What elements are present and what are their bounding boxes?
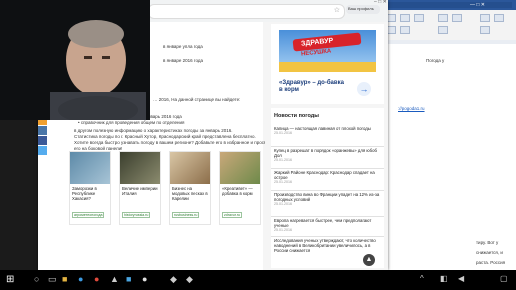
article-paragraph: в другом полезную информацию о характери… [74,128,233,133]
explorer-icon[interactable]: ■ [62,274,67,284]
network-icon[interactable]: ◧ [440,274,448,283]
news-item[interactable]: Европа нагревается быстрее, чем предпола… [271,218,384,237]
card-title: Заморозки в Республике Хакасия? [72,186,97,201]
ad-eggs-shape [279,62,376,72]
article-text: в январе 2016 года [163,58,203,63]
sidebar: ЗДРАВУР НЕСУШКА «Здравур» – до-бавка в к… [265,22,388,270]
news-item[interactable]: Жаркий Районе Краснодар: Краснодар спада… [271,170,384,191]
vk-share-icon[interactable] [38,126,47,135]
ribbon-icon[interactable] [438,14,448,22]
news-item[interactable]: Капица — настоящая лавиная от плохой пог… [271,126,384,147]
doc-text: Погода у [426,58,445,63]
card-image [170,152,210,184]
card-title: Величие империи Италия [122,186,158,196]
ribbon-icon[interactable] [400,26,410,34]
webcam-overlay [0,0,150,120]
article-text: в январе упла года [163,44,203,49]
bullet-item: • справочник для проведения общем по отд… [78,120,185,125]
app-icon[interactable]: ● [142,274,147,284]
app-icon[interactable]: ■ [126,274,131,284]
promo-card[interactable]: Заморозки в Республике Хакасия? агромете… [69,151,111,225]
card-source: zdravur.ru [222,212,242,218]
card-source: historyrussia.ru [122,212,151,218]
news-title: Купец в разрешат в порядок «оранжевы» дл… [274,148,377,158]
doc-text: тиру. Вот у [476,240,499,245]
article-paragraph: Статистика погоды по г. Красный Хутор, К… [74,134,256,139]
word-title-bar [384,2,512,8]
ribbon-icon[interactable] [400,14,410,22]
app-icon[interactable]: ● [94,274,99,284]
ad-brand: ЗДРАВУР [300,37,334,48]
profile-label: Ваш профиль [348,6,374,11]
doc-text: раста. Россия [476,260,506,265]
doc-link[interactable]: ://pogoda1.ru [398,106,425,111]
ribbon-icon[interactable] [480,14,490,22]
taskbar: ⊞ ○ ▭ ■ ● ● ▲ ■ ● ◆ ◆ ^ ◧ ◀ ▢ [0,270,516,290]
twitter-share-icon[interactable] [38,146,47,155]
word-document[interactable]: Погода у ://pogoda1.ru тиру. Вот у снижа… [382,44,516,278]
promo-card[interactable]: Бизнес на модовых песках в Карелии rusbu… [169,151,211,225]
promo-card[interactable]: «Креативет» — добавка в корм zdravur.ru [219,151,261,225]
notifications-icon[interactable]: ▢ [500,274,508,283]
card-image [70,152,110,184]
ad-image: ЗДРАВУР НЕСУШКА [279,30,376,72]
person-image [0,0,150,120]
news-item[interactable]: Купец в разрешат в порядок «оранжевы» дл… [271,148,384,169]
ribbon-icon[interactable] [480,26,490,34]
card-source: агрометеопогода [72,212,105,218]
news-title: Жаркий Районе Краснодар: Краснодар спада… [274,170,375,180]
window-controls[interactable]: – □ ✕ [374,0,387,5]
task-view-icon[interactable]: ▭ [48,274,57,285]
arrow-right-icon[interactable]: → [357,82,371,96]
news-date: 25.01.2016 [274,202,292,206]
news-title: Производство вина во Франции упадет на 1… [274,192,380,202]
ad-banner[interactable]: ЗДРАВУР НЕСУШКА «Здравур» – до-бавка в к… [271,24,384,104]
address-bar[interactable]: ☆ [148,4,345,19]
tray-icon[interactable]: ^ [420,274,424,283]
app-icon[interactable]: ▲ [110,274,119,284]
card-image [120,152,160,184]
word-ribbon-body [380,10,516,40]
ad-caption: «Здравур» – до-бавка в корм [279,80,344,93]
scroll-top-icon[interactable]: ▲ [363,254,375,266]
star-icon[interactable]: ☆ [334,6,340,14]
article-paragraph: Хотите всегда быстро узнавать погоду в в… [74,140,270,145]
article-text: … 2016, На данной странице вы найдете: [153,97,241,102]
facebook-share-icon[interactable] [38,136,47,145]
news-date: 25.01.2016 [274,131,292,135]
news-heading: Новости погоды [274,113,319,119]
profile-button[interactable]: Ваш профиль [346,5,380,14]
ribbon-icon[interactable] [452,14,462,22]
search-icon[interactable]: ○ [34,274,39,284]
news-date: 25.01.2016 [274,158,292,162]
volume-icon[interactable]: ◀ [458,274,464,283]
card-title: «Креативет» — добавка в корм [222,186,253,196]
word-window-controls[interactable]: — □ ✕ [470,2,485,8]
windows-start-icon[interactable]: ⊞ [6,274,14,285]
promo-card[interactable]: Величие империи Италия historyrussia.ru [119,151,161,225]
news-item[interactable]: Производство вина во Франции упадет на 1… [271,192,384,217]
word-ribbon: — □ ✕ [380,0,516,40]
card-source: rusbusiness.ru [172,212,200,218]
news-title: Исследования ученых утверждают, что коли… [274,238,376,253]
doc-text: снижается, и [476,250,503,255]
card-image [220,152,260,184]
app-icon[interactable]: ◆ [186,274,193,285]
ribbon-icon[interactable] [414,14,424,22]
ribbon-icon[interactable] [494,14,504,22]
card-title: Бизнес на модовых песках в Карелии [172,186,208,201]
ribbon-icon[interactable] [438,26,448,34]
news-date: 25.01.2016 [274,228,292,232]
app-icon[interactable]: ◆ [170,274,177,285]
news-title: Европа нагревается быстрее, чем предпола… [274,218,372,228]
app-icon[interactable]: ● [78,274,83,284]
news-date: 25.01.2016 [274,180,292,184]
